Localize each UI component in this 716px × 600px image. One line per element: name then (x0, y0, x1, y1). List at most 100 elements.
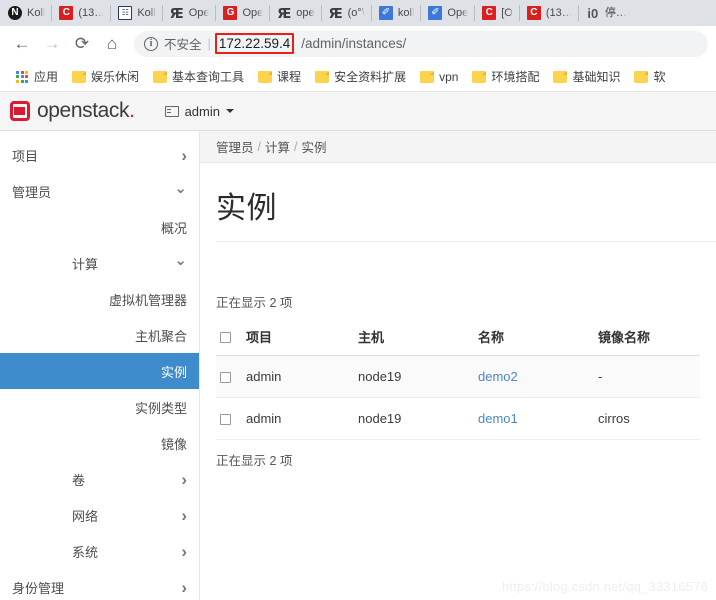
sidebar-item-3[interactable]: 计算 (0, 245, 199, 281)
chevron-right-icon (181, 579, 187, 596)
row-select-cell[interactable] (216, 397, 242, 440)
column-header-name[interactable]: 名称 (474, 319, 594, 356)
table-row[interactable]: admin node19 demo2 - (216, 355, 700, 398)
bookmark-item[interactable]: 基本查询工具 (146, 65, 251, 88)
sidebar-item-7[interactable]: 实例类型 (0, 389, 199, 425)
folder-icon (553, 70, 568, 83)
cell-name[interactable]: demo2 (474, 355, 594, 398)
folder-icon (634, 70, 649, 83)
browser-tab-label: Koll (137, 7, 156, 19)
bookmark-item[interactable]: 应用 (8, 65, 65, 88)
cell-project: admin (242, 355, 354, 398)
folder-icon (472, 70, 487, 83)
site-info-icon[interactable]: i (144, 36, 158, 51)
sidebar-item-10[interactable]: 网络 (0, 497, 199, 533)
breadcrumb-item[interactable]: 计算 (265, 137, 290, 156)
count-label-top: 正在显示 2 项 (216, 296, 293, 310)
back-icon[interactable]: ← (8, 30, 36, 58)
browser-tab[interactable]: ✐ koll (370, 0, 421, 26)
chevron-right-icon (181, 147, 187, 164)
browser-tab[interactable]: ✐ Ope (420, 0, 474, 26)
browser-tab[interactable]: C (13… (518, 0, 578, 26)
bookmark-item[interactable]: 安全资料扩展 (308, 65, 413, 88)
swirl-icon: Ԙ (169, 5, 184, 21)
browser-tab[interactable]: ἱ0 停… (577, 0, 633, 26)
browser-tab-strip[interactable]: N Koll C (13… ☷ Koll Ԙ Ope G Ope Ԙope Ԙ (o°\ ✐ koll ✐ Op… (0, 0, 716, 26)
bookmark-item[interactable]: 课程 (251, 65, 308, 88)
sidebar-item-12[interactable]: 身份管理 (0, 569, 199, 600)
folder-icon (258, 70, 273, 83)
instance-name-link[interactable]: demo1 (478, 411, 518, 426)
pen-icon: ✐ (428, 6, 443, 20)
browser-tab[interactable]: C [O (474, 0, 519, 26)
sidebar-item-0[interactable]: 项目 (0, 137, 199, 173)
g-logo-icon: G (223, 6, 238, 20)
chevron-right-icon (181, 471, 187, 488)
breadcrumb: 管理员 / 计算 / 实例 (200, 131, 716, 163)
select-all-header[interactable] (216, 319, 242, 356)
instances-table-wrap: 正在显示 2 项 项目 主机 名称 镜像名称 admin node19 demo… (200, 288, 716, 469)
bookmark-item[interactable]: vpn (413, 67, 465, 87)
bookmark-item[interactable]: 软 (627, 65, 672, 88)
url-host-highlight: 172.22.59.4 (214, 33, 295, 54)
sidebar-item-9[interactable]: 卷 (0, 461, 199, 497)
openstack-logo[interactable]: openstack. (10, 99, 135, 123)
sidebar-item-4[interactable]: 虚拟机管理器 (0, 281, 199, 317)
sidebar-item-8[interactable]: 镜像 (0, 425, 199, 461)
context-label: admin (184, 103, 220, 119)
browser-tab[interactable]: Ԙ Ope (161, 0, 216, 26)
bookmark-item[interactable]: 娱乐休闲 (65, 65, 146, 88)
sidebar-item-2[interactable]: 概况 (0, 209, 199, 245)
column-header-image[interactable]: 镜像名称 (594, 319, 700, 356)
horizon-app: openstack. admin 项目管理员概况计算虚拟机管理器主机聚合实例实例… (0, 92, 716, 600)
breadcrumb-separator: / (294, 139, 298, 154)
browser-tab[interactable]: C (13… (51, 0, 110, 26)
breadcrumb-item[interactable]: 管理员 (216, 137, 254, 156)
row-checkbox[interactable] (220, 372, 231, 384)
bookmark-label: 软 (653, 70, 666, 84)
browser-tab[interactable]: ☷ Koll (110, 0, 161, 26)
select-all-checkbox[interactable] (220, 332, 231, 344)
instance-name-link[interactable]: demo2 (478, 369, 518, 384)
row-select-cell[interactable] (216, 355, 242, 398)
address-bar[interactable]: i 不安全 | 172.22.59.4 /admin/instances/ (134, 30, 708, 57)
browser-tab-label: ope (296, 7, 315, 19)
sidebar-item-label: 卷 (72, 472, 86, 488)
breadcrumb-separator: / (257, 139, 261, 154)
bookmark-item[interactable]: 基础知识 (546, 65, 627, 88)
sidebar-item-5[interactable]: 主机聚合 (0, 317, 199, 353)
column-header-host[interactable]: 主机 (354, 319, 474, 356)
c-logo-icon: C (482, 6, 497, 20)
browser-tab[interactable]: N Koll (0, 0, 51, 26)
browser-tab-label: koll (397, 7, 415, 19)
browser-tab-label: [O (501, 7, 513, 19)
browser-tab[interactable]: Ԙope (269, 0, 320, 26)
table-row[interactable]: admin node19 demo1 cirros (216, 397, 700, 440)
nav-circle-icon: N (8, 6, 22, 20)
bookmarks-bar[interactable]: 应用 娱乐休闲 基本查询工具 课程 安全资料扩展 vpn 环境搭配 基础知识 软 (0, 62, 716, 92)
bookmark-label: 安全资料扩展 (334, 70, 407, 84)
sidebar-item-6[interactable]: 实例 (0, 353, 199, 389)
column-header-project[interactable]: 项目 (242, 319, 354, 356)
sidebar-item-label: 计算 (72, 256, 99, 272)
sidebar-item-11[interactable]: 系统 (0, 533, 199, 569)
browser-tab[interactable]: G Ope (215, 0, 269, 26)
bookmark-item[interactable]: 环境搭配 (465, 65, 546, 88)
instances-table: 项目 主机 名称 镜像名称 admin node19 demo2- admin node… (216, 319, 700, 440)
title-divider (216, 241, 716, 242)
pen-icon: ✐ (378, 6, 393, 20)
home-icon[interactable]: ⌂ (98, 30, 126, 58)
row-checkbox[interactable] (220, 414, 231, 426)
browser-tab-label: Ope (242, 7, 264, 19)
context-switcher[interactable]: admin (164, 103, 234, 119)
main-content: 管理员 / 计算 / 实例 实例 正在显示 2 项 项目 主机 名称 镜像名称 … (200, 131, 716, 600)
browser-tab[interactable]: Ԙ (o°\ (320, 0, 371, 26)
cell-host: node19 (354, 355, 474, 398)
browser-tab-label: Ope (447, 7, 469, 19)
chevron-right-icon (181, 543, 187, 560)
cell-name[interactable]: demo1 (474, 397, 594, 440)
forward-icon: → (43, 33, 61, 53)
chevron-down-icon (174, 184, 187, 199)
sidebar-item-1[interactable]: 管理员 (0, 173, 199, 209)
reload-icon[interactable]: ⟳ (68, 30, 96, 58)
